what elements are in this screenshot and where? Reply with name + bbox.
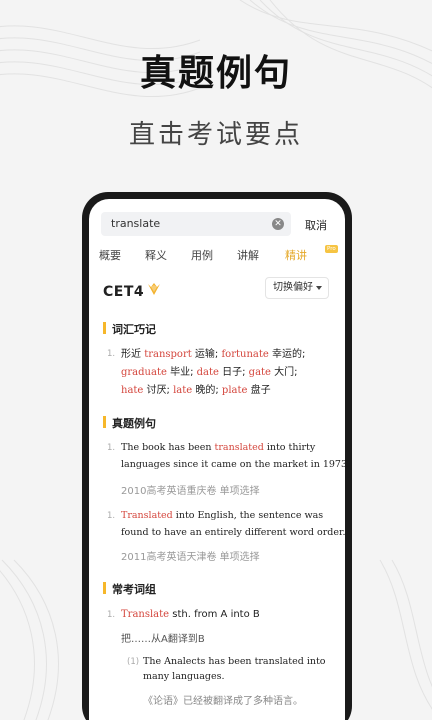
tab-overview[interactable]: 概要 <box>99 247 121 263</box>
text-segment: 大门; <box>270 367 298 378</box>
clear-circle-icon[interactable]: ✕ <box>272 218 284 230</box>
section-accent-bar <box>103 416 106 428</box>
phrase-pattern: Translate sth. from A into B <box>121 609 260 620</box>
list-number: 1. <box>107 511 116 521</box>
sub-list-number: (1) <box>127 657 140 667</box>
text-segment: found to have an entirely different word… <box>121 527 345 538</box>
section-title-examples: 真题例句 <box>103 415 156 431</box>
example-source: 2011高考英语天津卷 单项选择 <box>121 552 260 563</box>
list-number: 1. <box>107 443 116 453</box>
text-line: languages since it came on the market in… <box>121 459 345 471</box>
dropdown-arrow-icon <box>316 286 322 290</box>
list-number: 1. <box>107 349 116 359</box>
phone-frame: translate ✕ 取消 概要 释义 用例 讲解 精讲 Pro CET4 切… <box>82 192 352 720</box>
section-title-memory: 词汇巧记 <box>103 321 156 337</box>
pro-badge: Pro <box>325 245 338 253</box>
phrase-example-en-line: many languages. <box>143 671 225 682</box>
section-accent-bar <box>103 322 106 334</box>
phrase-rest: sth. from A into B <box>169 609 260 620</box>
text-line: Translated into English, the sentence wa… <box>121 510 323 522</box>
text-segment: 日子; <box>218 367 249 378</box>
search-input[interactable]: translate ✕ <box>101 212 291 236</box>
text-segment: 盘子 <box>247 385 271 396</box>
text-segment: 晚的; <box>192 385 222 396</box>
phrase-keyword: Translate <box>121 609 170 620</box>
section-accent-bar <box>103 582 106 594</box>
preference-switch-button[interactable]: 切换偏好 <box>265 277 329 299</box>
text-line: The book has been translated into thirty <box>121 442 315 454</box>
level-label: CET4 <box>103 284 145 300</box>
crown-badge-icon <box>148 283 160 295</box>
tab-definition[interactable]: 释义 <box>145 247 167 263</box>
text-segment: languages since it came on the market in… <box>121 459 345 470</box>
app-screen: translate ✕ 取消 概要 释义 用例 讲解 精讲 Pro CET4 切… <box>89 199 345 720</box>
text-segment: 幸运的; <box>268 349 306 360</box>
text-line: graduate 毕业; date 日子; gate 大门; <box>121 366 298 379</box>
level-row: CET4 <box>103 281 160 300</box>
text-line: found to have an entirely different word… <box>121 527 345 539</box>
promo-title: 真题例句 <box>139 53 292 94</box>
list-number: 1. <box>107 610 116 620</box>
highlight-word: translated <box>214 442 264 453</box>
highlight-word: plate <box>221 385 248 396</box>
highlight-word: graduate <box>121 367 167 378</box>
tab-pro-explain[interactable]: 精讲 <box>285 247 307 263</box>
phrase-example-cn: 《论语》已经被翻译成了多种语言。 <box>143 696 303 707</box>
text-line: 形近 transport 运输; fortunate 幸运的; <box>121 348 305 361</box>
tab-usage[interactable]: 用例 <box>191 247 213 263</box>
highlight-word: date <box>196 367 219 378</box>
highlight-word: gate <box>248 367 271 378</box>
text-segment: The book has been <box>121 442 215 453</box>
tab-bar: 概要 释义 用例 讲解 精讲 Pro <box>89 245 345 269</box>
phrase-example-en-line: The Analects has been translated into <box>143 656 326 667</box>
text-line: hate 讨厌; late 晚的; plate 盘子 <box>121 384 271 397</box>
highlight-word: late <box>173 385 193 396</box>
promo-subtitle: 直击考试要点 <box>128 120 303 150</box>
phrase-meaning: 把……从A翻译到B <box>121 634 205 645</box>
text-segment: 讨厌; <box>143 385 174 396</box>
text-segment: into thirty <box>263 442 316 453</box>
section-title-phrases: 常考词组 <box>103 581 156 597</box>
highlight-word: transport <box>144 349 192 360</box>
example-source: 2010高考英语重庆卷 单项选择 <box>121 486 260 497</box>
cancel-button[interactable]: 取消 <box>305 217 327 233</box>
text-segment: 运输; <box>191 349 222 360</box>
tab-explain[interactable]: 讲解 <box>237 247 259 263</box>
preference-label: 切换偏好 <box>273 282 313 293</box>
text-segment: 形近 <box>121 349 145 360</box>
highlight-word: Translated <box>121 510 173 521</box>
highlight-word: hate <box>121 385 144 396</box>
text-segment: 毕业; <box>166 367 197 378</box>
highlight-word: fortunate <box>221 349 269 360</box>
text-segment: into English, the sentence was <box>172 510 324 521</box>
search-query: translate <box>111 217 161 230</box>
